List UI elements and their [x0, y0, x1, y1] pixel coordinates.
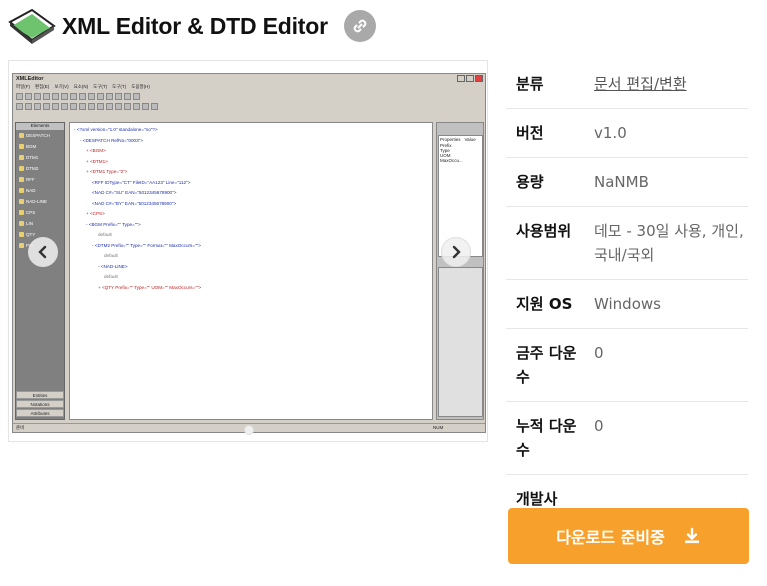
window-toolbar-2 — [13, 101, 485, 111]
xml-line: <NAD C#="SU" EAN="5012345678900"> — [92, 190, 177, 195]
info-row-weekly-downloads: 금주 다운수 0 — [506, 329, 748, 402]
menu-item: 요소(N) — [73, 84, 89, 89]
info-table: 분류 문서 편집/변환 버전 v1.0 용량 NaNMB 사용범위 데모 - 3… — [506, 60, 748, 523]
window-title: XMLEditor — [13, 74, 485, 83]
xml-line: default — [104, 253, 118, 258]
info-key: 지원 OS — [516, 295, 573, 313]
info-value: NaNMB — [594, 173, 649, 191]
element-item: LIN — [16, 218, 64, 229]
properties-panel: Properties Value Prefix Type UOM MaxOccu… — [436, 122, 484, 420]
element-item: DESPATCH — [16, 130, 64, 141]
app-window-screenshot: XMLEditor 파일(F) 편집(E) 보기(V) 요소(N) 도구(T) … — [12, 73, 486, 433]
xml-line: default — [104, 274, 118, 279]
info-value: 0 — [594, 417, 604, 435]
info-value: 데모 - 30일 사용, 개인, 국내/국외 — [594, 222, 744, 264]
xml-line: - <DESPATCH RefNo="0003"> — [80, 137, 143, 143]
xml-line: <NAD C#="BY" EAN="5012345678900"> — [92, 200, 177, 206]
xml-line: - <BGM Prefix="" Type=""> — [86, 221, 141, 227]
maximize-icon — [466, 75, 474, 82]
info-value: 0 — [594, 344, 604, 362]
element-item: DTM1 — [16, 152, 64, 163]
element-item: CPS — [16, 207, 64, 218]
menu-item: 파일(F) — [16, 84, 31, 89]
attributes-tab: Attributes — [16, 409, 64, 417]
menu-item: 보기(V) — [54, 84, 69, 89]
carousel-indicator-dot[interactable] — [244, 425, 254, 435]
num-indicator: NUM — [433, 425, 444, 430]
info-key: 누적 다운수 — [516, 417, 577, 459]
share-link-button[interactable] — [343, 10, 376, 42]
menu-item: 편집(E) — [35, 84, 50, 89]
info-row-total-downloads: 누적 다운수 0 — [506, 402, 748, 475]
info-row-os: 지원 OS Windows — [506, 280, 748, 329]
carousel-next-button[interactable] — [441, 237, 471, 267]
entities-tab: Entities — [16, 391, 64, 399]
window-menubar: 파일(F) 편집(E) 보기(V) 요소(N) 도구(T) 도구(T) 도움말(… — [13, 83, 485, 91]
xml-line: + <DTM1 Type="2"> — [86, 169, 128, 174]
status-text: 준비 — [16, 425, 25, 430]
xml-line: - <?xml version="1.0" standalone="no"?> — [74, 127, 158, 132]
window-controls — [457, 75, 483, 82]
download-button[interactable]: 다운로드 준비중 — [508, 508, 749, 564]
link-icon — [353, 19, 367, 33]
info-row-license: 사용범위 데모 - 30일 사용, 개인, 국내/국외 — [506, 207, 748, 280]
element-item: NAD-LINE — [16, 196, 64, 207]
menu-item: 도구(T) — [93, 84, 108, 89]
download-label: 다운로드 준비중 — [556, 528, 665, 547]
category-link[interactable]: 문서 편집/변환 — [594, 75, 687, 93]
menu-item: 도구(T) — [112, 84, 127, 89]
info-key: 분류 — [516, 75, 544, 93]
xml-line: - <NAD-LINE> — [98, 263, 128, 269]
notations-tab: Notations — [16, 400, 64, 408]
menu-item: 도움말(H) — [131, 84, 150, 89]
value-header: Value — [464, 137, 476, 142]
secondary-box — [438, 267, 483, 417]
property-item: MaxOccu... — [440, 158, 463, 163]
xml-line: <RFF IDType="CT" FileID="AA123" Line="11… — [92, 179, 191, 185]
xml-line: + <DTM1> — [86, 158, 108, 164]
info-value: Windows — [594, 295, 661, 313]
info-row-size: 용량 NaNMB — [506, 158, 748, 207]
window-toolbar — [13, 91, 485, 101]
close-icon — [475, 75, 483, 82]
info-value: v1.0 — [594, 124, 627, 142]
element-item: NAD — [16, 185, 64, 196]
carousel-prev-button[interactable] — [28, 237, 58, 267]
info-key: 금주 다운수 — [516, 344, 577, 386]
chevron-left-icon — [38, 245, 47, 259]
minimize-icon — [457, 75, 465, 82]
xml-line: + <QTY Prefix="" Type="" UOM="" MaxOccur… — [98, 284, 202, 290]
info-key: 사용범위 — [516, 222, 572, 240]
xml-editor-pane: - <?xml version="1.0" standalone="no"?> -… — [69, 122, 433, 420]
page-header: XML Editor & DTD Editor — [6, 6, 376, 46]
screenshot-carousel[interactable]: XMLEditor 파일(F) 편집(E) 보기(V) 요소(N) 도구(T) … — [8, 60, 488, 442]
app-icon — [6, 6, 58, 46]
xml-line: + <CPS> — [86, 211, 105, 216]
properties-header: Properties — [440, 137, 461, 142]
chevron-right-icon — [452, 245, 461, 259]
download-icon — [684, 527, 699, 544]
element-item: BGM — [16, 141, 64, 152]
elements-panel: Elements DESPATCH BGM DTM1 DTM2 RFF NAD … — [15, 122, 65, 420]
xml-line: - <DTM2 Prefix="" Type="" Format="" MaxO… — [92, 242, 201, 248]
xml-line: default — [98, 232, 112, 237]
xml-line: + <BGM> — [86, 148, 106, 153]
elements-header: Elements — [16, 123, 64, 130]
info-key: 버전 — [516, 124, 544, 142]
info-row-version: 버전 v1.0 — [506, 109, 748, 158]
info-key: 용량 — [516, 173, 544, 191]
element-item: DTM2 — [16, 163, 64, 174]
info-row-category: 분류 문서 편집/변환 — [506, 60, 748, 109]
element-item: RFF — [16, 174, 64, 185]
page-title: XML Editor & DTD Editor — [62, 12, 328, 39]
